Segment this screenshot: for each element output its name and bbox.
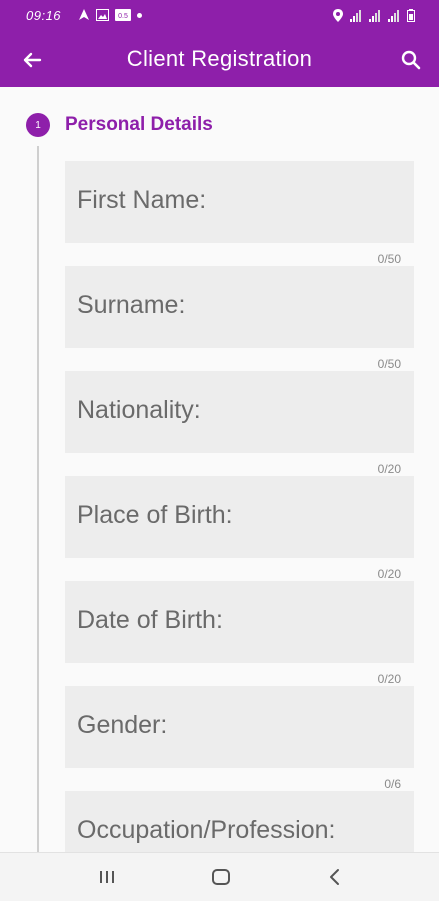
signal-icon xyxy=(350,9,361,22)
dot-icon xyxy=(137,12,142,18)
nationality-field[interactable]: Nationality: xyxy=(65,371,414,453)
first-name-field[interactable]: First Name: xyxy=(65,161,414,243)
place-of-birth-field[interactable]: Place of Birth: xyxy=(65,476,414,558)
back-icon xyxy=(330,869,339,885)
recent-apps-button[interactable] xyxy=(93,863,121,891)
navigation-arrow-icon xyxy=(79,9,89,20)
surname-counter: 0/50 xyxy=(377,357,401,371)
image-icon xyxy=(96,9,109,21)
page-title: Client Registration xyxy=(126,46,313,71)
step-number-badge: 1 xyxy=(26,113,50,137)
place-of-birth-counter: 0/20 xyxy=(377,567,401,581)
surname-label: Surname: xyxy=(77,291,186,319)
date-of-birth-counter: 0/20 xyxy=(377,672,401,686)
occupation-field[interactable]: Occupation/Profession: xyxy=(65,791,414,852)
nationality-label: Nationality: xyxy=(77,396,201,424)
nationality-counter: 0/20 xyxy=(377,462,401,476)
surname-field[interactable]: Surname: xyxy=(65,266,414,348)
search-button[interactable] xyxy=(397,46,425,74)
app-bar: Client Registration xyxy=(0,32,439,87)
signal-icon xyxy=(388,9,399,22)
search-icon xyxy=(401,50,421,70)
gender-field[interactable]: Gender: xyxy=(65,686,414,768)
step-header[interactable]: 1 Personal Details xyxy=(26,112,213,138)
recent-apps-icon xyxy=(100,871,114,883)
status-bar: 09:16 0.5 xyxy=(0,0,439,32)
back-nav-button[interactable] xyxy=(321,863,349,891)
status-right-icons xyxy=(333,9,415,22)
status-time: 09:16 xyxy=(26,8,62,23)
signal-icon xyxy=(369,9,380,22)
first-name-counter: 0/50 xyxy=(377,252,401,266)
gallery-icon: 0.5 xyxy=(115,9,131,21)
home-icon xyxy=(212,869,230,885)
location-icon xyxy=(333,9,343,22)
occupation-label: Occupation/Profession: xyxy=(77,816,336,844)
step-connector-line xyxy=(37,146,39,852)
first-name-label: First Name: xyxy=(77,186,207,214)
battery-icon xyxy=(407,9,415,22)
status-left-icons: 0.5 xyxy=(78,9,142,21)
date-of-birth-field[interactable]: Date of Birth: xyxy=(65,581,414,663)
step-title: Personal Details xyxy=(65,114,213,135)
place-of-birth-label: Place of Birth: xyxy=(77,501,233,529)
system-nav-bar xyxy=(0,852,439,901)
date-of-birth-label: Date of Birth: xyxy=(77,606,223,634)
home-button[interactable] xyxy=(207,863,235,891)
svg-text:0.5: 0.5 xyxy=(118,13,128,20)
gender-label: Gender: xyxy=(77,711,168,739)
gender-counter: 0/6 xyxy=(384,777,401,791)
